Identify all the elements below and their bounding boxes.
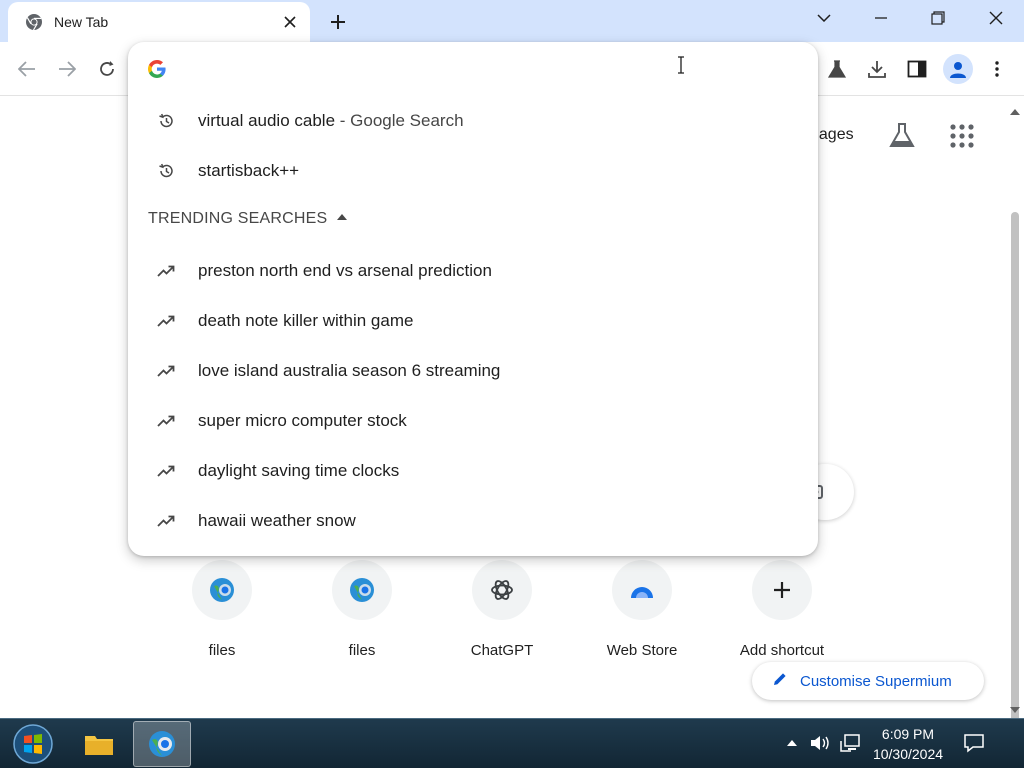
omnibox-input[interactable] <box>184 56 784 82</box>
trending-header-label: TRENDING SEARCHES <box>148 210 328 227</box>
tab-new-tab[interactable]: New Tab <box>8 2 310 42</box>
action-center-icon[interactable] <box>962 731 986 755</box>
labs-flask-icon[interactable] <box>822 54 852 84</box>
suggestion-history-1[interactable]: virtual audio cable - Google Search <box>128 96 818 146</box>
start-button[interactable] <box>8 723 58 765</box>
suggestion-text: daylight saving time clocks <box>198 461 400 480</box>
trending-up-icon <box>156 461 176 481</box>
suggestion-text: virtual audio cable <box>198 111 336 130</box>
trending-up-icon <box>156 261 176 281</box>
history-icon <box>156 111 176 131</box>
suggestion-text: hawaii weather snow <box>198 511 356 530</box>
trending-suggestion[interactable]: love island australia season 6 streaming <box>128 346 818 396</box>
shortcut-files-1[interactable]: files <box>167 560 277 659</box>
omnibox[interactable] <box>128 42 818 96</box>
shortcut-files-2[interactable]: files <box>307 560 417 659</box>
system-clock[interactable]: 6:09 PM 10/30/2024 <box>862 724 954 764</box>
customise-button[interactable]: Customise Supermium <box>752 662 984 700</box>
shortcut-label: files <box>348 642 376 659</box>
suggestion-text: startisback++ <box>198 161 300 180</box>
shortcut-label: Add shortcut <box>739 642 825 659</box>
suggestion-text: love island australia season 6 streaming <box>198 361 501 380</box>
customise-label: Customise Supermium <box>800 672 952 690</box>
suggestion-text: death note killer within game <box>198 311 414 330</box>
chatgpt-icon <box>472 560 532 620</box>
title-bar: New Tab <box>0 0 1024 42</box>
trending-up-icon <box>156 411 176 431</box>
file-explorer-taskbar-button[interactable] <box>70 721 128 767</box>
side-panel-icon[interactable] <box>902 54 932 84</box>
text-cursor-icon <box>676 56 686 74</box>
trending-suggestion[interactable]: hawaii weather snow <box>128 496 818 546</box>
show-hidden-icons[interactable] <box>780 731 804 755</box>
trending-suggestion[interactable]: daylight saving time clocks <box>128 446 818 496</box>
scroll-thumb[interactable] <box>1011 212 1019 768</box>
globe-icon <box>332 560 392 620</box>
shortcut-chatgpt[interactable]: ChatGPT <box>447 560 557 659</box>
more-vert-icon[interactable] <box>982 54 1012 84</box>
trending-up-icon <box>156 311 176 331</box>
volume-icon[interactable] <box>808 731 832 755</box>
apps-grid-icon[interactable] <box>948 122 976 150</box>
clock-date: 10/30/2024 <box>872 746 944 762</box>
history-icon <box>156 161 176 181</box>
taskbar: 6:09 PM 10/30/2024 <box>0 718 1024 768</box>
omnibox-dropdown: virtual audio cable - Google Search star… <box>128 42 818 556</box>
close-tab-icon[interactable] <box>280 12 300 32</box>
reload-icon[interactable] <box>92 54 122 84</box>
suggestion-text: preston north end vs arsenal prediction <box>198 261 492 280</box>
shortcut-web-store[interactable]: Web Store <box>587 560 697 659</box>
pencil-icon <box>772 671 788 692</box>
collapse-caret-icon <box>337 214 348 224</box>
profile-icon[interactable] <box>943 54 973 84</box>
trending-searches-header[interactable]: TRENDING SEARCHES <box>148 210 348 228</box>
new-tab-button[interactable] <box>322 6 354 38</box>
suggestion-history-2[interactable]: startisback++ <box>128 146 818 196</box>
shortcut-label: Web Store <box>606 642 678 659</box>
close-window-button[interactable] <box>972 0 1020 36</box>
scroll-down-icon[interactable] <box>1010 702 1020 713</box>
clock-time: 6:09 PM <box>881 726 935 742</box>
network-icon[interactable] <box>838 731 862 755</box>
minimize-button[interactable] <box>857 0 905 36</box>
browser-taskbar-button[interactable] <box>133 721 191 767</box>
google-g-icon <box>148 60 166 78</box>
trending-suggestion[interactable]: super micro computer stock <box>128 396 818 446</box>
page-scrollbar[interactable] <box>1006 96 1024 768</box>
chrome-icon <box>24 12 44 32</box>
trending-up-icon <box>156 361 176 381</box>
suggestion-suffix: - Google Search <box>335 111 464 130</box>
trending-suggestion[interactable]: preston north end vs arsenal prediction <box>128 246 818 296</box>
globe-icon <box>192 560 252 620</box>
shortcut-label: ChatGPT <box>470 642 534 659</box>
tab-search-chevron-icon[interactable] <box>800 0 848 36</box>
restore-button[interactable] <box>914 0 962 36</box>
back-arrow-icon[interactable] <box>12 54 42 84</box>
labs-icon[interactable] <box>888 121 916 149</box>
tab-title: New Tab <box>54 14 109 30</box>
trending-suggestion[interactable]: death note killer within game <box>128 296 818 346</box>
plus-icon <box>752 560 812 620</box>
shortcut-label: files <box>208 642 236 659</box>
web-store-icon <box>612 560 672 620</box>
forward-arrow-icon[interactable] <box>52 54 82 84</box>
trending-up-icon <box>156 511 176 531</box>
suggestion-text: super micro computer stock <box>198 411 407 430</box>
scroll-up-icon[interactable] <box>1010 102 1020 115</box>
download-icon[interactable] <box>862 54 892 84</box>
shortcut-add[interactable]: Add shortcut <box>727 560 837 659</box>
